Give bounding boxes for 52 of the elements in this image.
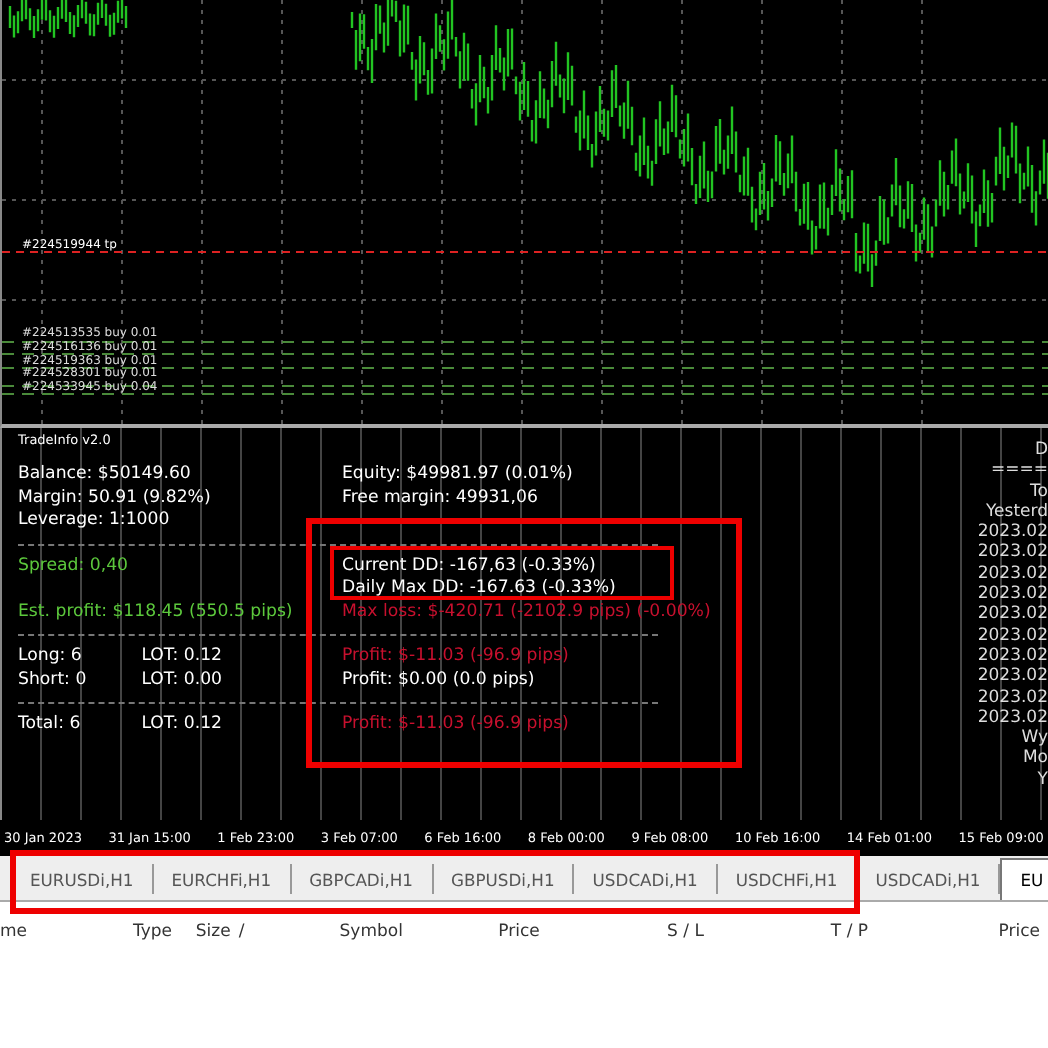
side-text: Mo — [1022, 748, 1048, 770]
side-text: 2023.02 — [977, 625, 1048, 646]
info-text: Current DD: -167,63 (-0.33%) — [342, 555, 596, 577]
column-header[interactable]: Price — [410, 921, 548, 943]
side-text: D — [1034, 440, 1048, 461]
info-text: Profit: $-11.03 (-96.9 pips) — [342, 646, 569, 668]
info-text: Leverage: 1:1000 — [18, 510, 170, 532]
side-text: To — [1030, 481, 1048, 502]
info-text: Balance: $50149.60 — [18, 464, 191, 486]
chart-tab[interactable]: GBPUSDi,H1 — [433, 864, 575, 894]
side-text: Y — [1037, 769, 1048, 791]
side-text: 2023.02 — [977, 604, 1048, 626]
info-text: Est. profit: $118.45 (550.5 pips) — [18, 601, 293, 623]
side-text: Wy — [1021, 728, 1048, 749]
side-text: 2023.02 — [977, 563, 1048, 585]
info-text: Profit: $0.00 (0.0 pips) — [342, 669, 535, 691]
side-text: 2023.02 — [977, 522, 1048, 543]
side-text: 2023.02 — [977, 707, 1048, 729]
chart-tab[interactable]: EURCHFi,H1 — [153, 864, 292, 894]
side-text: 2023.02 — [977, 542, 1048, 564]
info-text: Equity: $49981.97 (0.01%) — [342, 464, 573, 486]
column-header[interactable]: Size — [179, 921, 239, 943]
chart-tab[interactable]: EURUSDi,H1 — [12, 864, 154, 894]
side-text: 2023.02 — [977, 666, 1048, 688]
column-header[interactable]: Type — [105, 921, 180, 943]
column-header[interactable]: Symbol — [285, 921, 411, 943]
side-text: ==== — [991, 460, 1048, 482]
info-text: Daily Max DD: -167.63 (-0.33%) — [342, 578, 616, 600]
info-text: Free margin: 49931,06 — [342, 487, 538, 509]
chart-tab[interactable]: USDCADi,H1 — [574, 864, 718, 894]
info-text: Margin: 50.91 (9.82%) — [18, 487, 211, 509]
chart-tab[interactable]: USDCHFi,H1 — [717, 864, 858, 894]
side-text: 2023.02 — [977, 687, 1048, 708]
column-header[interactable]: Price — [876, 921, 1048, 943]
info-text: Total: 6 — [18, 714, 81, 736]
column-header[interactable]: / — [238, 921, 286, 943]
side-text: 2023.02 — [977, 584, 1048, 605]
column-header[interactable]: S / L — [547, 921, 712, 943]
info-text: Short: 0 — [18, 669, 87, 691]
info-text: Profit: $-11.03 (-96.9 pips) — [342, 714, 569, 736]
lot-text: LOT: 0.12 — [141, 714, 222, 736]
lot-text: LOT: 0.00 — [141, 669, 222, 691]
chart-tab[interactable]: GBPCADi,H1 — [291, 864, 433, 894]
side-text: Yesterd — [985, 501, 1048, 523]
info-text: Max loss: $-420.71 (-2102.9 pips) (-0.00%) — [342, 601, 711, 623]
column-header[interactable]: T / P — [711, 921, 877, 943]
info-text: Spread: 0,40 — [18, 555, 129, 577]
info-text: Long: 6 — [18, 646, 82, 668]
side-text: 2023.02 — [977, 645, 1048, 667]
lot-text: LOT: 0.12 — [141, 646, 222, 668]
column-header[interactable]: me — [0, 921, 106, 943]
chart-tab[interactable]: EU — [1000, 858, 1048, 900]
